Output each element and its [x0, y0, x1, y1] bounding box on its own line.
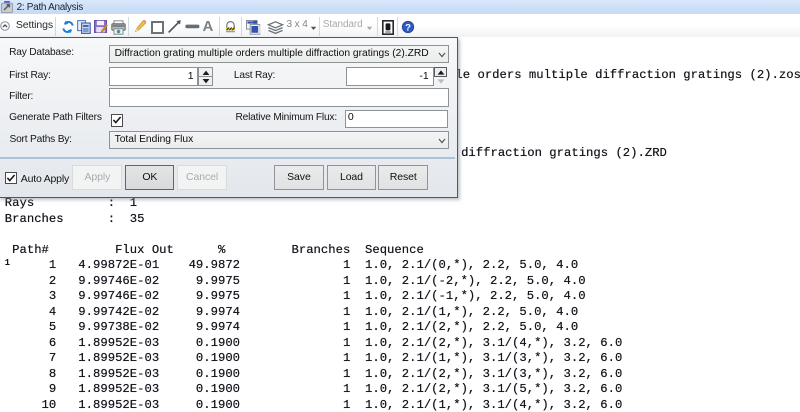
- svg-text:?: ?: [405, 22, 411, 33]
